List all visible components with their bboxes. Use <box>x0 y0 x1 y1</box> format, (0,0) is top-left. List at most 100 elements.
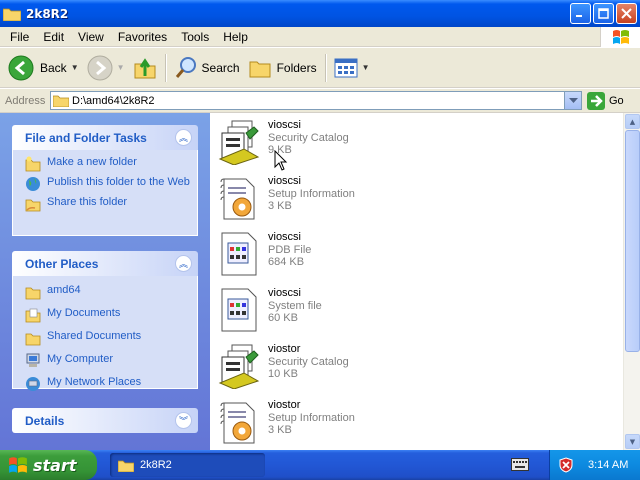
back-label: Back <box>40 60 67 75</box>
search-label: Search <box>201 60 240 75</box>
place-my-documents-link[interactable]: My Documents <box>25 307 191 323</box>
file-type: Security Catalog <box>268 355 349 368</box>
network-places-icon <box>26 377 40 391</box>
place-label: My Computer <box>47 353 114 365</box>
file-item[interactable]: viostor Security Catalog 10 KB <box>218 343 418 395</box>
collapse-icon[interactable]: ︽ <box>175 255 192 272</box>
folder-icon <box>118 460 134 472</box>
menu-tools[interactable]: Tools <box>174 30 216 44</box>
go-label: Go <box>609 95 624 107</box>
menu-favorites[interactable]: Favorites <box>111 30 174 44</box>
taskbar: start 2k8R2 3:14 AM <box>0 450 640 480</box>
address-input[interactable]: D:\amd64\2k8R2 <box>50 91 582 110</box>
file-name: vioscsi <box>268 119 302 131</box>
file-item[interactable]: vioscsi PDB File 684 KB <box>218 231 418 283</box>
scroll-up-button[interactable]: ▲ <box>625 114 640 129</box>
taskbar-window-label: 2k8R2 <box>140 459 172 471</box>
menu-edit[interactable]: Edit <box>36 30 71 44</box>
place-label: Shared Documents <box>47 330 142 342</box>
windows-logo-icon <box>600 27 640 47</box>
security-shield-icon[interactable] <box>558 457 574 473</box>
menu-help[interactable]: Help <box>216 30 255 44</box>
new-folder-icon <box>25 156 41 172</box>
toolbar-separator <box>164 53 166 82</box>
file-folder-tasks-header[interactable]: File and Folder Tasks ︽ <box>12 125 198 150</box>
scroll-down-button[interactable]: ▼ <box>625 434 640 449</box>
address-label: Address <box>5 94 46 107</box>
go-button[interactable]: Go <box>587 92 624 110</box>
up-folder-button[interactable] <box>129 52 161 84</box>
my-documents-icon <box>25 308 41 323</box>
back-button[interactable]: Back ▼ <box>4 52 83 84</box>
menu-file[interactable]: File <box>0 30 36 44</box>
security-catalog-icon <box>218 120 260 165</box>
taskbar-window-button[interactable]: 2k8R2 <box>110 453 265 477</box>
publish-folder-link[interactable]: Publish this folder to the Web <box>25 176 191 192</box>
setup-information-icon <box>220 402 255 444</box>
file-item[interactable]: vioscsi System file 60 KB <box>218 287 418 339</box>
panel-title: Other Places <box>25 256 99 271</box>
search-button[interactable]: Search <box>170 52 244 84</box>
place-label: amd64 <box>47 284 81 296</box>
place-my-network-places-link[interactable]: My Network Places <box>25 376 191 392</box>
expand-icon[interactable]: ︾ <box>175 412 192 429</box>
views-dropdown-icon[interactable]: ▼ <box>362 63 370 72</box>
menu-bar: File Edit View Favorites Tools Help <box>0 27 640 47</box>
place-amd64-link[interactable]: amd64 <box>25 284 191 300</box>
file-size: 10 KB <box>268 368 298 380</box>
forward-button[interactable]: ▼ <box>83 52 129 84</box>
folder-icon <box>53 95 69 107</box>
make-new-folder-link[interactable]: Make a new folder <box>25 156 191 172</box>
file-name: viostor <box>268 343 301 355</box>
scroll-thumb[interactable] <box>625 130 640 352</box>
toolbar-separator <box>324 53 326 82</box>
address-dropdown-button[interactable] <box>564 92 581 109</box>
toolbar: Back ▼ ▼ Search Folders ▼ <box>0 48 640 88</box>
windows-logo-icon <box>9 457 27 473</box>
file-name: viostor <box>268 399 301 411</box>
file-type: PDB File <box>268 243 312 256</box>
maximize-icon <box>598 8 609 19</box>
start-button[interactable]: start <box>0 450 97 480</box>
file-type: System file <box>268 299 322 312</box>
other-places-header[interactable]: Other Places ︽ <box>12 251 198 276</box>
folders-icon <box>249 61 271 77</box>
vertical-scrollbar[interactable]: ▲ ▼ <box>623 113 640 450</box>
title-bar[interactable]: 2k8R2 <box>0 0 640 27</box>
file-item[interactable]: viostor Setup Information 3 KB <box>218 399 418 451</box>
panel-title: Details <box>25 413 65 428</box>
file-size: 684 KB <box>268 256 305 268</box>
forward-dropdown-icon[interactable]: ▼ <box>117 63 125 72</box>
place-my-computer-link[interactable]: My Computer <box>25 353 191 369</box>
file-item[interactable]: vioscsi Security Catalog 9 KB <box>218 119 418 171</box>
forward-arrow-icon <box>87 55 113 80</box>
close-icon <box>621 8 632 19</box>
views-button[interactable]: ▼ <box>330 52 374 84</box>
close-button[interactable] <box>616 3 637 24</box>
folder-icon <box>3 8 21 21</box>
place-shared-documents-link[interactable]: Shared Documents <box>25 330 191 346</box>
share-folder-link[interactable]: Share this folder <box>25 196 191 212</box>
collapse-icon[interactable]: ︽ <box>175 129 192 146</box>
back-dropdown-icon[interactable]: ▼ <box>71 63 79 72</box>
maximize-button[interactable] <box>593 3 614 24</box>
setup-information-icon <box>220 178 255 220</box>
task-label: Share this folder <box>47 196 128 208</box>
file-type: Setup Information <box>268 187 355 200</box>
folders-label: Folders <box>276 60 317 75</box>
clock[interactable]: 3:14 AM <box>588 459 628 471</box>
panel-title: File and Folder Tasks <box>25 130 147 145</box>
address-bar: Address D:\amd64\2k8R2 Go <box>0 89 640 113</box>
file-type: Setup Information <box>268 411 355 424</box>
details-header[interactable]: Details ︾ <box>12 408 198 433</box>
minimize-button[interactable] <box>570 3 591 24</box>
keyboard-icon[interactable] <box>511 458 529 471</box>
file-folder-tasks-panel: File and Folder Tasks ︽ Make a new folde… <box>12 125 198 236</box>
share-folder-icon <box>25 199 41 212</box>
chevron-down-icon <box>568 97 578 103</box>
pdb-file-icon <box>221 232 257 276</box>
menu-view[interactable]: View <box>71 30 111 44</box>
file-item[interactable]: vioscsi Setup Information 3 KB <box>218 175 418 227</box>
file-size: 3 KB <box>268 424 292 436</box>
folders-button[interactable]: Folders <box>244 52 321 84</box>
